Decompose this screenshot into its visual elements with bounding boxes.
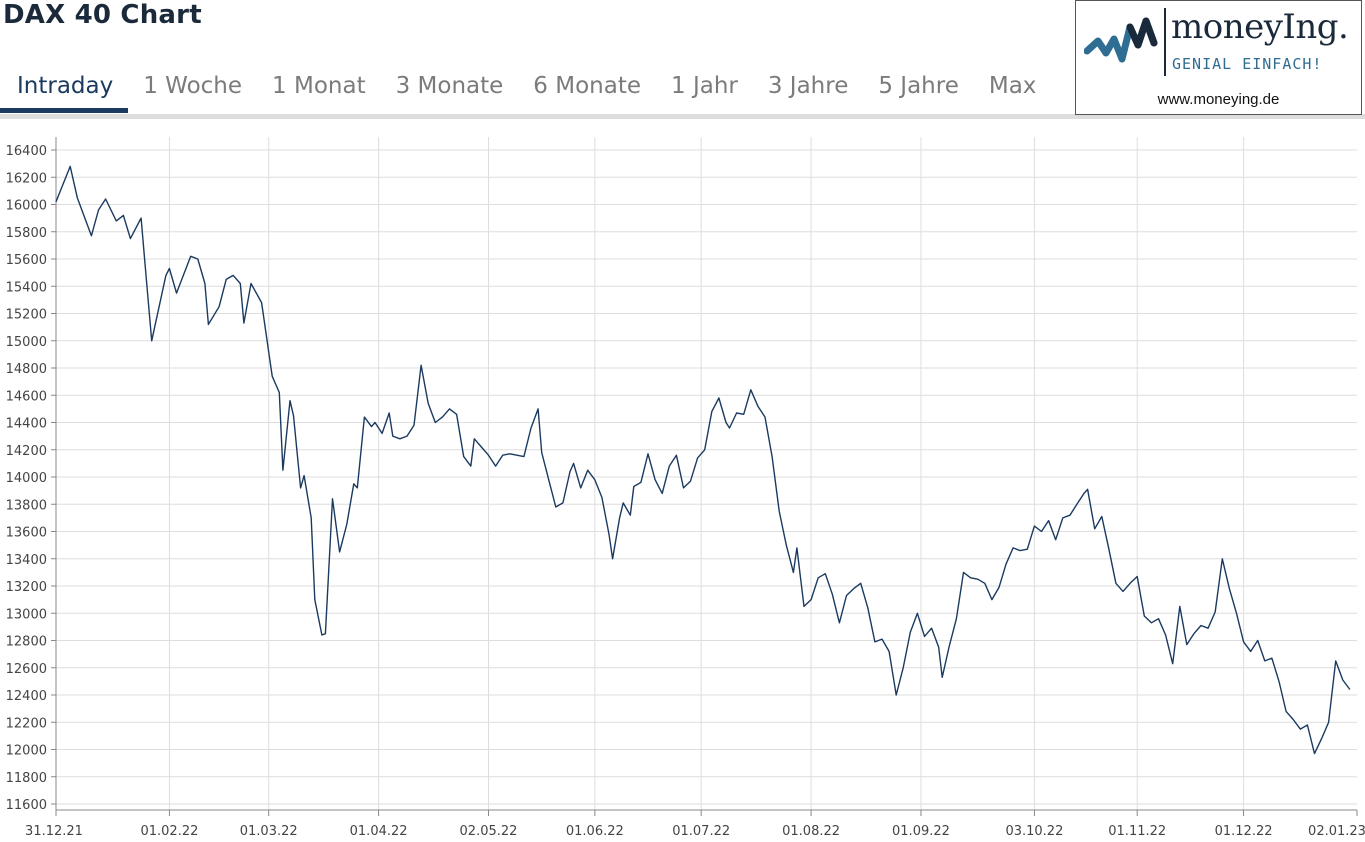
x-tick-label: 01.09.22 [892,824,950,839]
tab-3-jahre[interactable]: 3 Jahre [753,70,864,113]
y-tick-label: 15800 [6,226,47,241]
logo-tagline: GENIAL EINFACH! [1172,55,1323,73]
y-tick-label: 16400 [6,144,47,159]
y-tick-label: 11600 [6,798,47,813]
y-tick-label: 12600 [6,662,47,677]
waveform-logo-icon [1084,17,1158,63]
y-tick-label: 13000 [6,607,47,622]
y-tick-label: 13200 [6,580,47,595]
tab-3-monate[interactable]: 3 Monate [381,70,519,113]
x-tick-label: 01.03.22 [240,824,298,839]
x-tick-label: 02.01.23 [1308,824,1365,839]
logo-name: moneyIng. [1171,7,1349,47]
y-tick-label: 15600 [6,253,47,268]
y-tick-label: 14600 [6,389,47,404]
y-tick-label: 15200 [6,308,47,323]
y-tick-label: 15400 [6,280,47,295]
y-tick-label: 12800 [6,635,47,650]
x-tick-label: 01.08.22 [782,824,840,839]
y-tick-label: 16000 [6,199,47,214]
y-tick-label: 14200 [6,444,47,459]
tab-6-monate[interactable]: 6 Monate [518,70,656,113]
x-tick-label: 01.11.22 [1108,824,1166,839]
y-tick-label: 13400 [6,553,47,568]
x-tick-label: 01.04.22 [350,824,408,839]
logo-url[interactable]: www.moneying.de [1076,91,1361,108]
y-tick-label: 12200 [6,716,47,731]
y-tick-label: 14000 [6,471,47,486]
y-tick-label: 11800 [6,771,47,786]
tab-1-jahr[interactable]: 1 Jahr [656,70,753,113]
x-tick-label: 31.12.21 [25,824,83,839]
y-tick-label: 15000 [6,335,47,350]
y-tick-label: 13600 [6,526,47,541]
x-tick-label: 01.02.22 [140,824,198,839]
tab-1-woche[interactable]: 1 Woche [128,70,257,113]
y-tick-label: 14800 [6,362,47,377]
y-tick-label: 13800 [6,498,47,513]
y-tick-label: 12000 [6,744,47,759]
tab-intraday[interactable]: Intraday [0,70,129,113]
x-tick-label: 01.12.22 [1215,824,1273,839]
dax-series-line [55,165,1351,755]
y-tick-label: 12400 [6,689,47,704]
y-tick-label: 14400 [6,417,47,432]
logo-separator [1164,8,1166,76]
timeframe-tabs: Intraday 1 Woche 1 Monat 3 Monate 6 Mona… [0,70,1070,116]
y-tick-label: 16200 [6,171,47,186]
x-tick-label: 02.05.22 [460,824,518,839]
page-title: DAX 40 Chart [3,0,202,30]
x-tick-label: 03.10.22 [1005,824,1063,839]
brand-logo[interactable]: moneyIng. GENIAL EINFACH! www.moneying.d… [1075,0,1362,115]
x-tick-label: 01.07.22 [672,824,730,839]
tab-max[interactable]: Max [974,70,1052,113]
tab-1-monat[interactable]: 1 Monat [257,70,381,113]
tab-5-jahre[interactable]: 5 Jahre [863,70,974,113]
x-tick-label: 01.06.22 [566,824,624,839]
dax-line-chart: 11600 11800 12000 12200 12400 12600 12800 13000… [6,137,1365,839]
